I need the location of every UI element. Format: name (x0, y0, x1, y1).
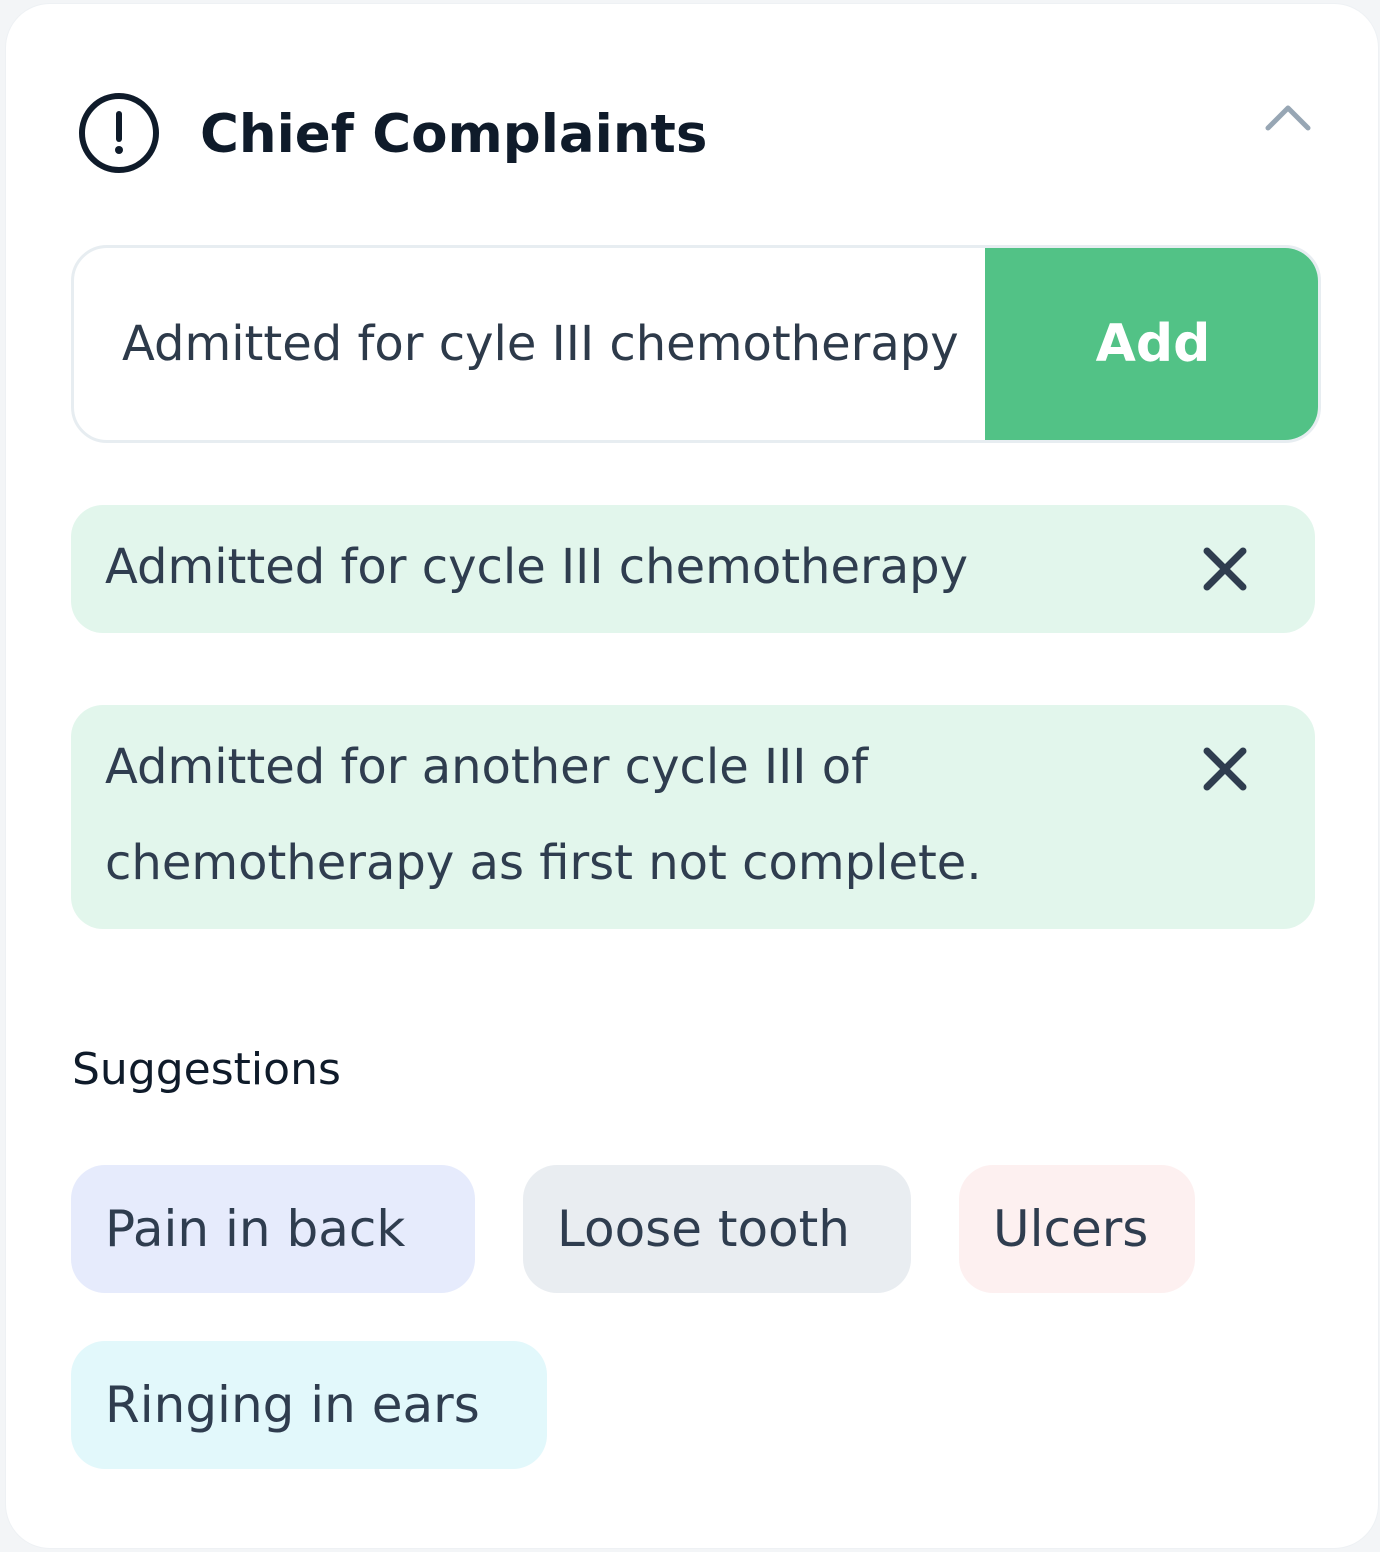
chevron-up-icon[interactable] (1262, 96, 1314, 136)
complaint-text: Admitted for cycle III chemotherapy (105, 539, 969, 595)
suggestion-chip-pain-in-back[interactable]: Pain in back (71, 1165, 475, 1293)
close-icon[interactable] (1199, 743, 1251, 795)
complaint-input-row: Add (71, 245, 1321, 443)
suggestion-chip-ringing-in-ears[interactable]: Ringing in ears (71, 1341, 547, 1469)
suggestion-chip-loose-tooth[interactable]: Loose tooth (523, 1165, 911, 1293)
section-title: Chief Complaints (200, 104, 708, 165)
complaint-input[interactable] (74, 248, 982, 440)
section-header: Chief Complaints (78, 92, 1314, 182)
complaint-text: Admitted for another cycle III of chemot… (105, 739, 982, 891)
close-icon[interactable] (1199, 543, 1251, 595)
suggestions-heading: Suggestions (72, 1044, 341, 1095)
suggestion-chip-ulcers[interactable]: Ulcers (959, 1165, 1195, 1293)
chief-complaints-card: Chief Complaints Add Admitted for cycle … (6, 4, 1378, 1548)
add-button[interactable]: Add (985, 248, 1318, 440)
complaint-item: Admitted for cycle III chemotherapy (71, 505, 1315, 633)
alert-circle-icon (79, 93, 159, 173)
complaint-item: Admitted for another cycle III of chemot… (71, 705, 1315, 929)
